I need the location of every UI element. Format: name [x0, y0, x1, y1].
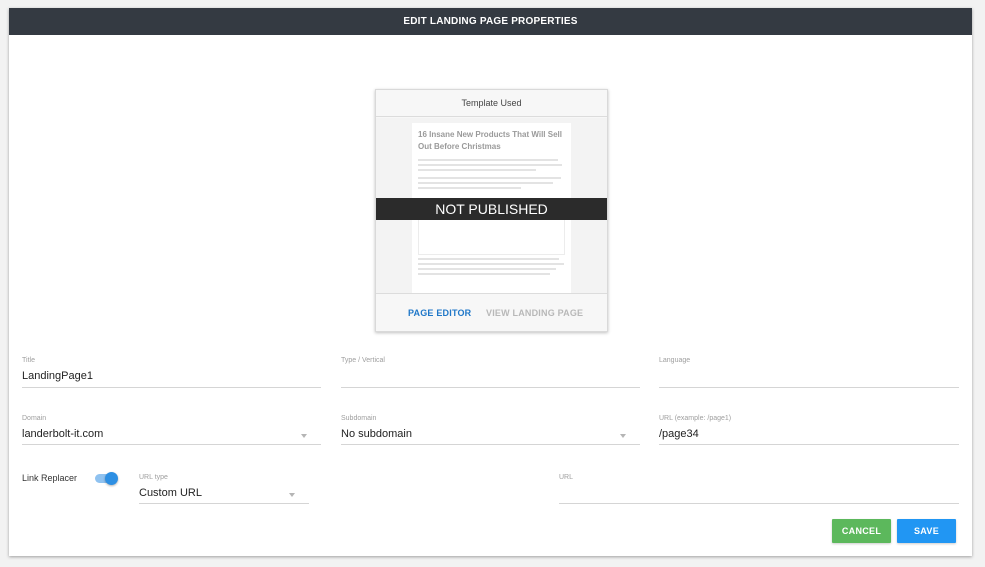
not-published-banner: NOT PUBLISHED: [376, 198, 607, 220]
subdomain-label: Subdomain: [341, 415, 377, 422]
toggle-knob: [105, 472, 118, 485]
template-card-actions: PAGE EDITOR VIEW LANDING PAGE: [376, 293, 607, 331]
url-path-label: URL (example: /page1): [659, 415, 732, 422]
chevron-down-icon[interactable]: [301, 434, 307, 438]
title-input[interactable]: LandingPage1: [22, 370, 93, 382]
view-landing-page-link[interactable]: VIEW LANDING PAGE: [486, 308, 583, 318]
language-field[interactable]: Language: [659, 357, 959, 388]
chevron-down-icon[interactable]: [620, 434, 626, 438]
save-button[interactable]: SAVE: [897, 519, 956, 543]
type-vertical-field[interactable]: Type / Vertical: [341, 357, 640, 388]
url-path-input[interactable]: /page34: [659, 428, 699, 440]
template-card: Template Used 16 Insane New Products Tha…: [375, 89, 608, 332]
edit-landing-page-dialog: EDIT LANDING PAGE PROPERTIES Template Us…: [9, 8, 972, 556]
language-label: Language: [659, 357, 691, 364]
page-editor-link[interactable]: PAGE EDITOR: [408, 308, 471, 318]
title-label: Title: [22, 357, 35, 364]
subdomain-select[interactable]: No subdomain: [341, 428, 412, 440]
url-type-select[interactable]: Custom URL: [139, 487, 202, 499]
domain-label: Domain: [22, 415, 47, 422]
url-field[interactable]: URL: [559, 474, 959, 504]
domain-select[interactable]: landerbolt-it.com: [22, 428, 103, 440]
url-label: URL: [559, 474, 574, 481]
type-vertical-label: Type / Vertical: [341, 357, 385, 364]
domain-field[interactable]: Domain landerbolt-it.com: [22, 415, 321, 445]
chevron-down-icon[interactable]: [289, 493, 295, 497]
title-field[interactable]: Title LandingPage1: [22, 357, 321, 388]
link-replacer-label: Link Replacer: [22, 473, 78, 483]
url-path-field[interactable]: URL (example: /page1) /page34: [659, 415, 959, 445]
template-card-header: Template Used: [376, 90, 607, 117]
link-replacer-toggle[interactable]: [94, 472, 118, 485]
dialog-title: EDIT LANDING PAGE PROPERTIES: [9, 8, 972, 35]
template-preview: 16 Insane New Products That Will Sell Ou…: [376, 118, 607, 293]
url-type-field[interactable]: URL type Custom URL: [139, 474, 309, 504]
template-preview-title: 16 Insane New Products That Will Sell Ou…: [418, 130, 562, 151]
subdomain-field[interactable]: Subdomain No subdomain: [341, 415, 640, 445]
cancel-button[interactable]: CANCEL: [832, 519, 891, 543]
url-type-label: URL type: [139, 474, 168, 481]
